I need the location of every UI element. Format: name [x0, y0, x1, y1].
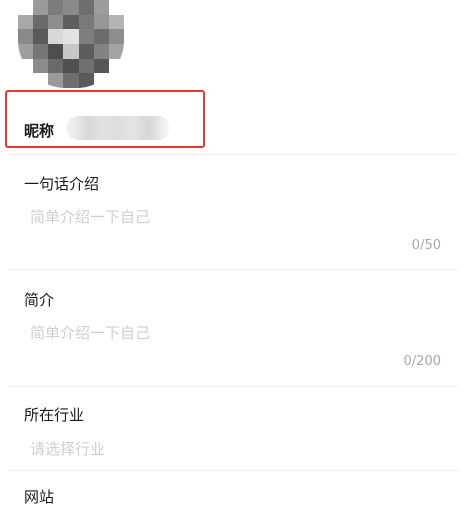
bio-input[interactable] — [24, 322, 456, 344]
intro-input[interactable] — [24, 206, 456, 228]
divider — [8, 269, 458, 270]
intro-label: 一句话介绍 — [24, 175, 100, 193]
nickname-value-blurred[interactable] — [66, 116, 170, 140]
divider — [8, 386, 458, 387]
divider — [8, 470, 458, 471]
nickname-label: 昵称 — [24, 122, 55, 140]
intro-char-counter: 0/50 — [411, 238, 441, 253]
avatar[interactable] — [18, 0, 124, 88]
industry-label: 所在行业 — [24, 406, 85, 424]
industry-select[interactable] — [24, 438, 456, 460]
divider — [8, 154, 458, 155]
bio-char-counter: 0/200 — [403, 354, 441, 369]
bio-label: 简介 — [24, 291, 55, 309]
